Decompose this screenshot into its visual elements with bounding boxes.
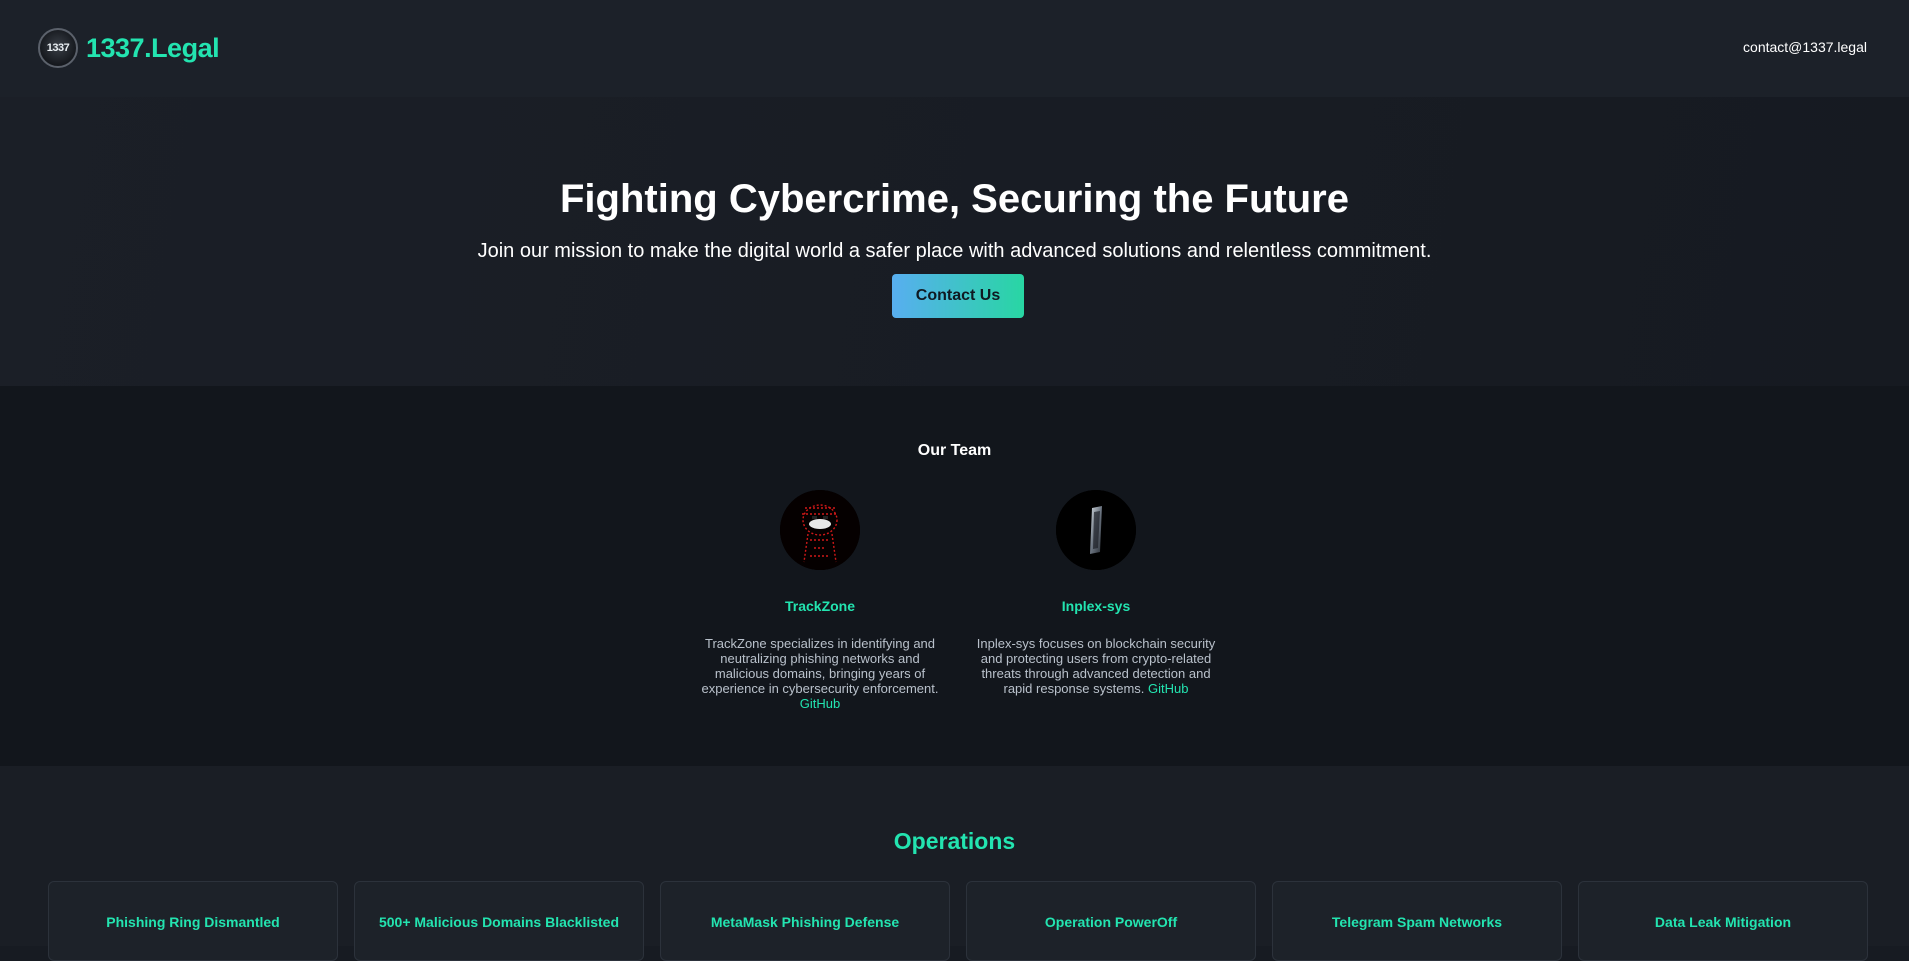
brand[interactable]: 1337 1337.Legal xyxy=(38,28,220,68)
team-member-inplex-sys: Inplex-sys Inplex-sys focuses on blockch… xyxy=(971,490,1221,696)
team-section: Our Team TrackZone TrackZone specializes… xyxy=(0,386,1909,766)
team-title: Our Team xyxy=(917,442,992,459)
contact-email-link[interactable]: contact@1337.legal xyxy=(1743,39,1867,55)
github-link-trackzone[interactable]: GitHub xyxy=(800,696,840,711)
operation-title: Phishing Ring Dismantled xyxy=(106,914,280,930)
hero-title: Fighting Cybercrime, Securing the Future xyxy=(560,177,1349,221)
member-bio: Inplex-sys focuses on blockchain securit… xyxy=(971,636,1221,696)
operation-title: Telegram Spam Networks xyxy=(1331,914,1503,930)
avatar-trackzone xyxy=(780,490,860,570)
operation-card[interactable]: Operation PowerOff xyxy=(966,881,1256,961)
avatar-inplex-sys xyxy=(1056,490,1136,570)
operation-card[interactable]: Telegram Spam Networks xyxy=(1272,881,1562,961)
operations-section: Operations Phishing Ring Dismantled 500+… xyxy=(0,766,1909,961)
operation-title: Data Leak Mitigation xyxy=(1654,914,1792,930)
team-member-trackzone: TrackZone TrackZone specializes in ident… xyxy=(695,490,945,711)
member-bio: TrackZone specializes in identifying and… xyxy=(695,636,945,711)
operation-card[interactable]: Phishing Ring Dismantled xyxy=(48,881,338,961)
operation-title: MetaMask Phishing Defense xyxy=(710,914,900,930)
hero-subtitle: Join our mission to make the digital wor… xyxy=(477,240,1432,262)
logo-seal-icon: 1337 xyxy=(38,28,78,68)
logo-text: 1337 xyxy=(46,42,70,54)
operation-card[interactable]: 500+ Malicious Domains Blacklisted xyxy=(354,881,644,961)
operation-title: 500+ Malicious Domains Blacklisted xyxy=(378,914,620,930)
top-navbar: 1337 1337.Legal contact@1337.legal xyxy=(0,0,1909,97)
member-bio-text: TrackZone specializes in identifying and… xyxy=(701,636,939,696)
operation-title: Operation PowerOff xyxy=(1044,914,1178,930)
operations-title: Operations xyxy=(893,828,1016,854)
operation-card[interactable]: MetaMask Phishing Defense xyxy=(660,881,950,961)
operation-card[interactable]: Data Leak Mitigation xyxy=(1578,881,1868,961)
hero-section: Fighting Cybercrime, Securing the Future… xyxy=(0,97,1909,386)
member-name: TrackZone xyxy=(784,598,856,614)
trackzone-avatar-icon xyxy=(780,490,860,570)
brand-name[interactable]: 1337.Legal xyxy=(86,33,220,64)
inplex-sys-avatar-icon xyxy=(1056,490,1136,570)
contact-us-button[interactable]: Contact Us xyxy=(892,274,1024,318)
github-link-inplex-sys[interactable]: GitHub xyxy=(1148,681,1188,696)
member-name: Inplex-sys xyxy=(1061,598,1131,614)
